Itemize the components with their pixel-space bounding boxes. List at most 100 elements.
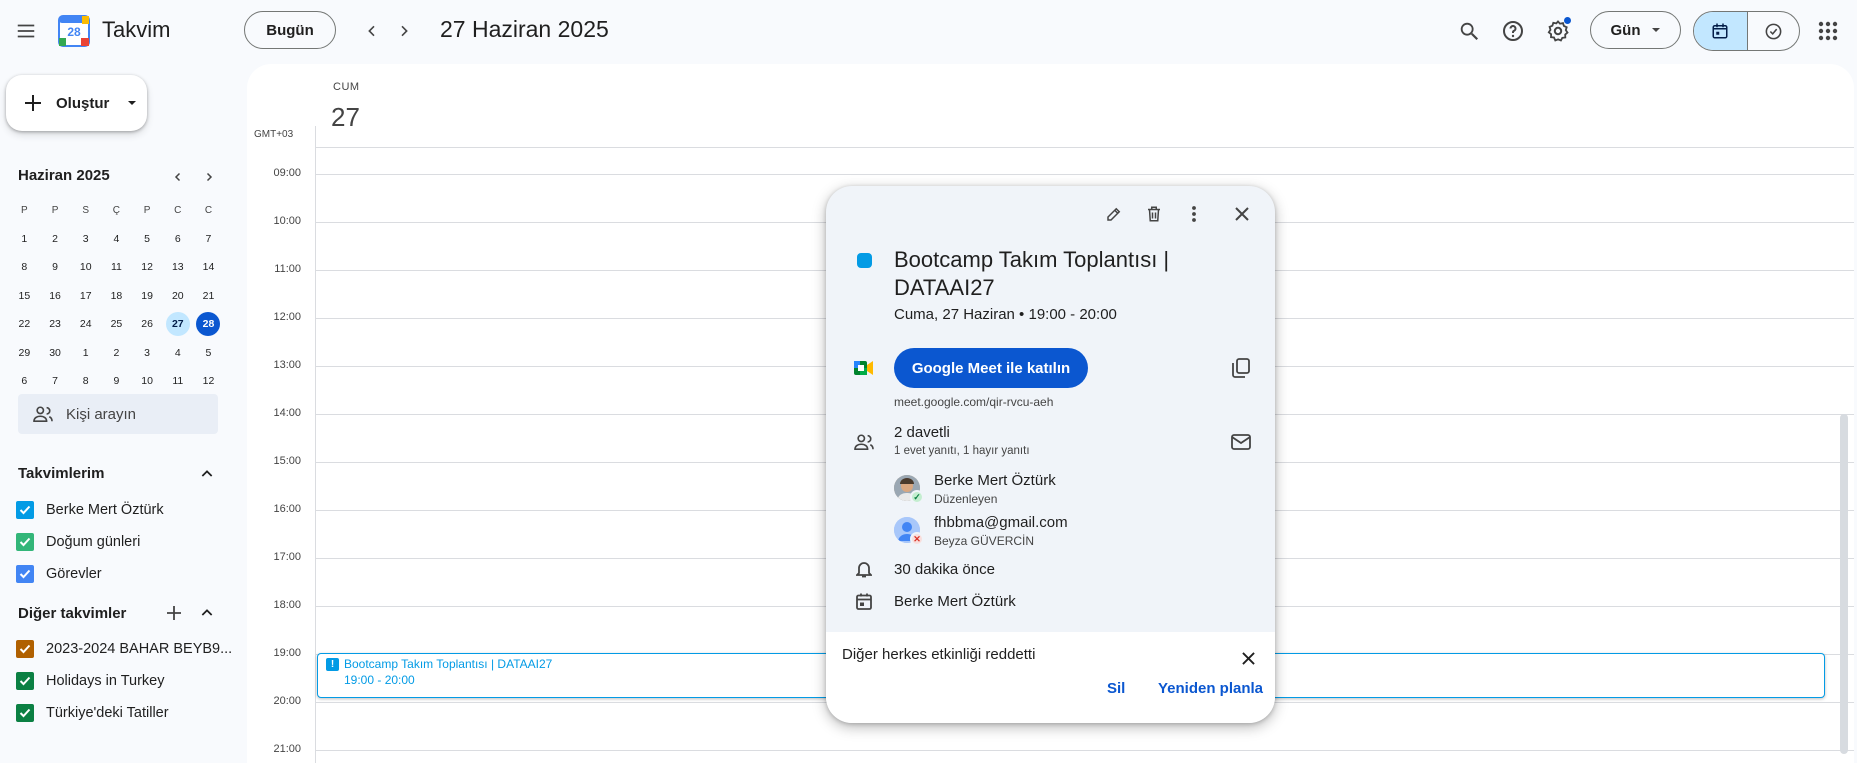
google-meet-icon <box>846 350 882 386</box>
mini-day-number: 3 <box>144 346 151 359</box>
mini-day[interactable]: 6 <box>162 226 193 252</box>
copy-icon[interactable] <box>1223 350 1259 386</box>
mini-day-number: 12 <box>141 261 153 274</box>
mini-day[interactable]: 11 <box>101 254 132 280</box>
day-number[interactable]: 27 <box>331 102 360 133</box>
mini-day[interactable]: 5 <box>193 340 224 366</box>
create-button[interactable]: Oluştur <box>6 75 147 131</box>
mini-day[interactable]: 7 <box>193 226 224 252</box>
mini-prev-month-icon[interactable] <box>164 163 192 191</box>
mini-day[interactable]: 27 <box>162 311 193 337</box>
help-icon[interactable] <box>1493 11 1533 51</box>
mini-day[interactable]: 8 <box>9 254 40 280</box>
mini-day[interactable]: 1 <box>70 340 101 366</box>
next-day-icon[interactable] <box>384 11 424 51</box>
other-calendars-title[interactable]: Diğer takvimler <box>18 605 126 622</box>
meet-url[interactable]: meet.google.com/qir-rvcu-aeh <box>894 395 1053 409</box>
calendar-item[interactable]: Berke Mert Öztürk <box>16 498 164 522</box>
mini-day[interactable]: 13 <box>162 254 193 280</box>
search-icon[interactable] <box>1449 11 1489 51</box>
collapse-other-calendars-icon[interactable] <box>187 593 227 633</box>
mini-day[interactable]: 3 <box>132 340 163 366</box>
mini-day-number: 15 <box>18 289 31 302</box>
calendar-item[interactable]: 2023-2024 BAHAR BEYB9... <box>16 637 232 661</box>
mini-day[interactable]: 2 <box>101 340 132 366</box>
calendar-item[interactable]: Görevler <box>16 562 102 586</box>
mini-day[interactable]: 17 <box>70 283 101 309</box>
checkbox-checked-icon[interactable] <box>16 565 34 583</box>
mini-day[interactable]: 15 <box>9 283 40 309</box>
mini-day-number: 22 <box>18 318 31 331</box>
delete-trash-icon[interactable] <box>1136 196 1172 232</box>
mini-day[interactable]: 1 <box>9 226 40 252</box>
checkbox-checked-icon[interactable] <box>16 640 34 658</box>
more-options-icon[interactable] <box>1176 196 1212 232</box>
tasks-view-icon[interactable] <box>1746 12 1800 50</box>
mini-day[interactable]: 2 <box>40 226 71 252</box>
calendar-item[interactable]: Türkiye'deki Tatiller <box>16 701 169 725</box>
mini-day[interactable]: 18 <box>101 283 132 309</box>
plus-icon <box>25 95 41 111</box>
calendar-item[interactable]: Holidays in Turkey <box>16 669 164 693</box>
close-icon[interactable] <box>1224 196 1260 232</box>
calendar-item[interactable]: Doğum günleri <box>16 530 140 554</box>
hour-label: 09:00 <box>273 167 301 179</box>
people-search-input[interactable]: Kişi arayın <box>18 394 218 434</box>
mini-day[interactable]: 29 <box>9 340 40 366</box>
checkbox-checked-icon[interactable] <box>16 533 34 551</box>
email-guests-icon[interactable] <box>1223 424 1259 460</box>
reschedule-button[interactable]: Yeniden planla <box>1158 680 1263 697</box>
scrollbar[interactable] <box>1840 414 1848 754</box>
main-menu-icon[interactable] <box>6 11 46 51</box>
mini-day[interactable]: 4 <box>101 226 132 252</box>
mini-weekday-label: Ç <box>112 204 121 216</box>
collapse-my-calendars-icon[interactable] <box>187 454 227 494</box>
my-calendars-title[interactable]: Takvimlerim <box>18 465 104 482</box>
mini-day[interactable]: 14 <box>193 254 224 280</box>
mini-day[interactable]: 4 <box>162 340 193 366</box>
mini-day[interactable]: 7 <box>40 368 71 394</box>
calendar-view-icon[interactable] <box>1694 12 1747 50</box>
mini-day[interactable]: 23 <box>40 311 71 337</box>
mini-day[interactable]: 10 <box>70 254 101 280</box>
hour-line <box>315 174 1854 175</box>
edit-pencil-icon[interactable] <box>1096 196 1132 232</box>
mini-day[interactable]: 9 <box>40 254 71 280</box>
mini-day[interactable]: 24 <box>70 311 101 337</box>
mini-day[interactable]: 12 <box>193 368 224 394</box>
settings-gear-icon[interactable] <box>1538 11 1578 51</box>
join-meet-button[interactable]: Google Meet ile katılın <box>894 348 1088 388</box>
hour-label: 18:00 <box>273 599 301 611</box>
mini-day[interactable]: 9 <box>101 368 132 394</box>
mini-day[interactable]: 19 <box>132 283 163 309</box>
mini-day[interactable]: 16 <box>40 283 71 309</box>
hour-label: 16:00 <box>273 503 301 515</box>
checkbox-checked-icon[interactable] <box>16 501 34 519</box>
mini-day-number: 1 <box>21 232 28 245</box>
mini-day[interactable]: 26 <box>132 311 163 337</box>
dismiss-notice-icon[interactable] <box>1230 640 1266 676</box>
view-selector-label: Gün <box>1610 21 1641 39</box>
mini-day[interactable]: 5 <box>132 226 163 252</box>
mini-day[interactable]: 8 <box>70 368 101 394</box>
mini-day[interactable]: 22 <box>9 311 40 337</box>
today-button[interactable]: Bugün <box>244 11 336 49</box>
mini-day[interactable]: 20 <box>162 283 193 309</box>
mini-day[interactable]: 6 <box>9 368 40 394</box>
calendar-item-label: Görevler <box>46 566 102 582</box>
mini-day[interactable]: 28 <box>193 311 224 337</box>
mini-day[interactable]: 3 <box>70 226 101 252</box>
apps-grid-icon[interactable] <box>1808 11 1848 51</box>
mini-day[interactable]: 30 <box>40 340 71 366</box>
mini-day[interactable]: 12 <box>132 254 163 280</box>
mini-day[interactable]: 11 <box>162 368 193 394</box>
mini-day[interactable]: 10 <box>132 368 163 394</box>
mini-day[interactable]: 25 <box>101 311 132 337</box>
checkbox-checked-icon[interactable] <box>16 704 34 722</box>
mini-day[interactable]: 21 <box>193 283 224 309</box>
checkbox-checked-icon[interactable] <box>16 672 34 690</box>
view-selector[interactable]: Gün <box>1590 11 1681 49</box>
calendar-item-label: Holidays in Turkey <box>46 673 165 689</box>
mini-next-month-icon[interactable] <box>195 163 223 191</box>
delete-event-button[interactable]: Sil <box>1107 680 1125 697</box>
